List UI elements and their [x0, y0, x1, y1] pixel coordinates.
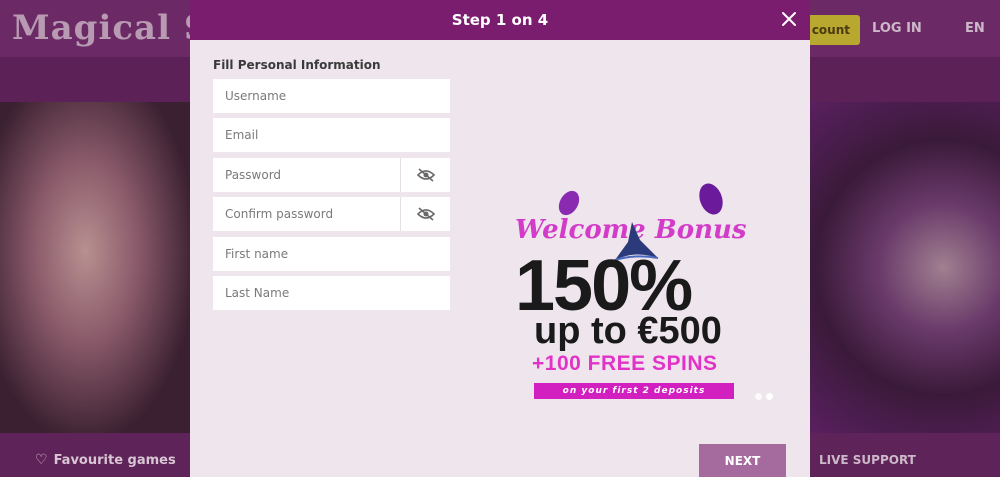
carousel-dots — [755, 393, 773, 400]
registration-modal: Step 1 on 4 Fill Personal Information Us… — [190, 0, 810, 477]
modal-title: Step 1 on 4 — [451, 11, 549, 29]
carousel-dot[interactable] — [766, 393, 773, 400]
close-icon[interactable] — [778, 8, 800, 30]
email-input[interactable] — [213, 118, 450, 152]
email-field[interactable] — [213, 118, 450, 152]
confirm-password-field[interactable] — [213, 197, 450, 231]
favourite-games-label: Favourite games — [53, 452, 176, 468]
eye-off-icon — [416, 168, 435, 182]
next-button[interactable]: NEXT — [699, 444, 786, 477]
confirm-password-visibility-toggle[interactable] — [400, 197, 450, 231]
confirm-password-input[interactable] — [213, 197, 401, 231]
modal-header: Step 1 on 4 — [190, 0, 810, 40]
live-support-link[interactable]: LIVE SUPPORT — [819, 453, 916, 467]
casino-chip-icon — [695, 180, 727, 218]
username-field[interactable] — [213, 79, 450, 113]
language-selector[interactable]: EN — [965, 21, 985, 36]
section-title: Fill Personal Information — [213, 58, 381, 72]
promo-deposits: on your first 2 deposits — [534, 383, 734, 399]
promo-free-spins: +100 FREE SPINS — [532, 352, 718, 375]
favourite-games-link[interactable]: ♡ Favourite games — [35, 452, 176, 468]
welcome-bonus-banner: Welcome Bonus 150% up to €500 +100 FREE … — [510, 175, 750, 415]
username-input[interactable] — [213, 79, 450, 113]
password-visibility-toggle[interactable] — [400, 158, 450, 192]
last-name-input[interactable] — [213, 276, 450, 310]
first-name-input[interactable] — [213, 237, 450, 271]
login-link[interactable]: LOG IN — [872, 21, 922, 36]
promo-amount: up to €500 — [534, 310, 722, 352]
last-name-field[interactable] — [213, 276, 450, 310]
first-name-field[interactable] — [213, 237, 450, 271]
hero-woman-image — [0, 102, 190, 433]
hero-roulette-image — [810, 102, 1000, 433]
eye-off-icon — [416, 207, 435, 221]
password-input[interactable] — [213, 158, 401, 192]
heart-icon: ♡ — [35, 452, 48, 468]
password-field[interactable] — [213, 158, 450, 192]
carousel-dot[interactable] — [755, 393, 762, 400]
promo-title-part1: Welco — [515, 215, 602, 245]
